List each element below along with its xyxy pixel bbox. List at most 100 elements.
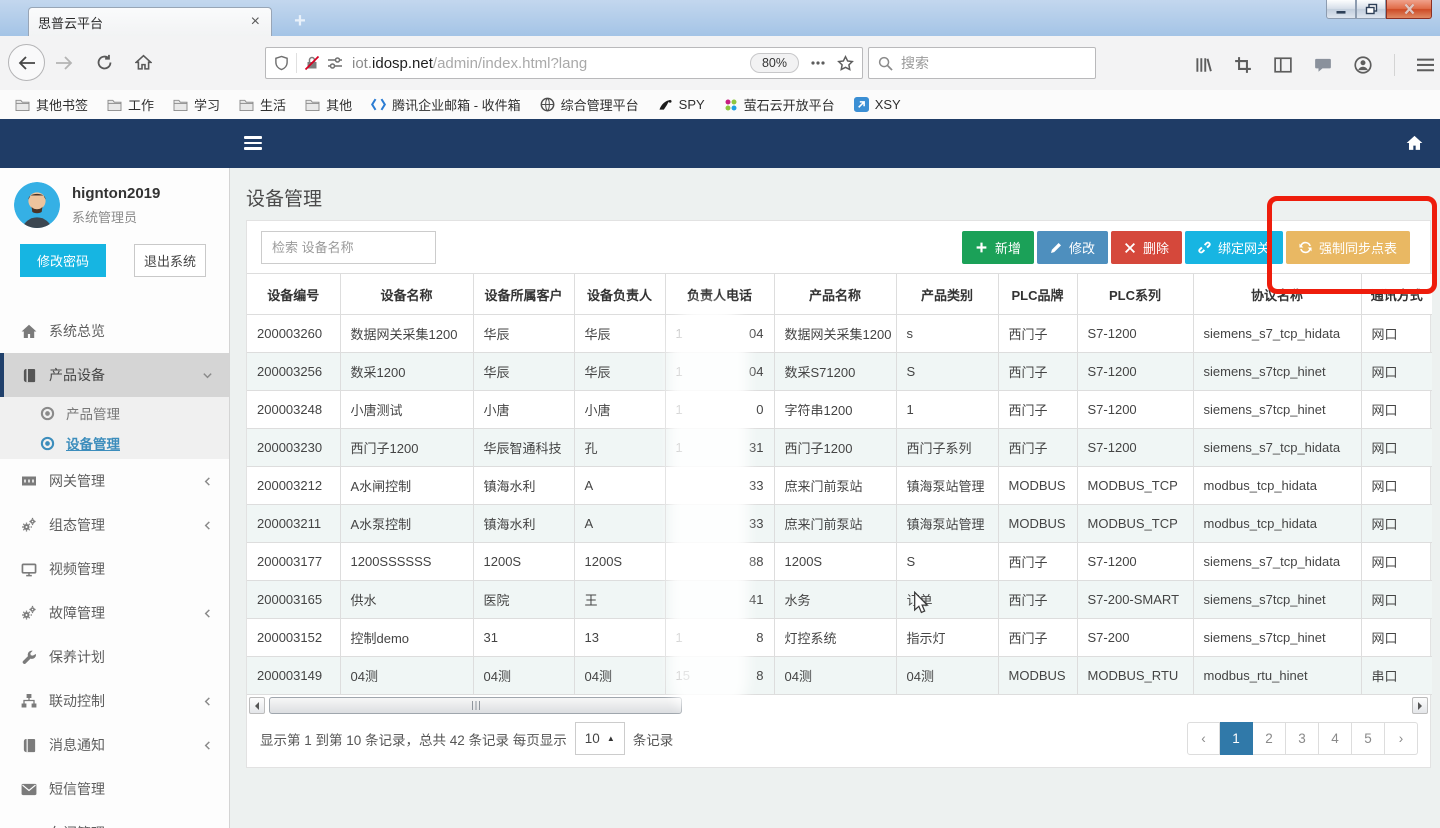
back-button[interactable] xyxy=(8,44,45,81)
cell-phone: 158 xyxy=(665,657,774,695)
sidebar-item-sms-mgmt[interactable]: 短信管理 xyxy=(0,767,229,811)
tracking-shield-icon[interactable] xyxy=(274,55,289,71)
sidebar-item-gateway-mgmt[interactable]: 网关管理 xyxy=(0,459,229,503)
folder-icon xyxy=(305,98,320,111)
home-button[interactable] xyxy=(135,54,152,71)
back-arrow-icon xyxy=(17,55,37,71)
table-row[interactable]: 200003152控制demo311318灯控系统指示灯西门子S7-200sie… xyxy=(247,619,1432,657)
page-size-select[interactable]: 10 ▲ xyxy=(575,722,625,755)
bookmark-item[interactable]: 生活 xyxy=(239,95,286,114)
cell-comm: 网口 xyxy=(1361,619,1432,657)
bookmark-item[interactable]: XSY xyxy=(854,97,901,112)
restore-button[interactable] xyxy=(1356,0,1386,19)
browser-search-bar[interactable]: 搜索 xyxy=(868,47,1096,79)
change-password-button[interactable]: 修改密码 xyxy=(20,244,106,277)
pagination-item[interactable]: 2 xyxy=(1253,722,1286,755)
sidebar-item-fault-mgmt[interactable]: 故障管理 xyxy=(0,591,229,635)
bookmark-item[interactable]: SPY xyxy=(658,97,705,112)
sidebar-item-message-notify[interactable]: 消息通知 xyxy=(0,723,229,767)
sidebar-collapse-icon[interactable] xyxy=(244,136,262,153)
sidebar-toggle-icon[interactable] xyxy=(1274,57,1292,73)
pagination-page-active[interactable]: 1 xyxy=(1220,722,1253,755)
account-icon[interactable] xyxy=(1354,56,1372,74)
close-button[interactable] xyxy=(1386,0,1432,19)
tab-close-icon[interactable]: × xyxy=(249,14,262,30)
cell-category: 1 xyxy=(896,391,998,429)
pagination-item[interactable]: ‹ xyxy=(1187,722,1220,755)
cell-customer: 镇海水利 xyxy=(473,467,574,505)
cell-customer: 小唐 xyxy=(473,391,574,429)
cell-customer: 华辰智通科技 xyxy=(473,429,574,467)
bookmark-item[interactable]: 其他书签 xyxy=(15,95,88,114)
screenshot-crop-icon[interactable] xyxy=(1234,56,1252,74)
scroll-right-arrow[interactable] xyxy=(1412,697,1428,714)
bookmark-item[interactable]: 工作 xyxy=(107,95,154,114)
table-row[interactable]: 200003211A水泵控制镇海水利A33庶来门前泵站镇海泵站管理MODBUSM… xyxy=(247,505,1432,543)
sidebar-item-label: 短信管理 xyxy=(49,779,105,799)
library-icon[interactable] xyxy=(1194,56,1212,74)
new-tab-button[interactable]: + xyxy=(284,8,316,34)
permissions-icon[interactable] xyxy=(327,56,343,70)
minimize-button[interactable] xyxy=(1326,0,1356,19)
sidebar-item-product-device[interactable]: 产品设备 xyxy=(0,353,229,397)
reload-button[interactable] xyxy=(96,54,113,71)
sidebar-subitem-device-mgmt[interactable]: 设备管理 xyxy=(0,428,229,458)
table-row[interactable]: 200003260数据网关采集1200华辰华辰104数据网关采集1200s西门子… xyxy=(247,315,1432,353)
browser-tab[interactable]: 思普云平台 × xyxy=(28,7,272,36)
cell-comm: 网口 xyxy=(1361,505,1432,543)
insecure-lock-icon[interactable] xyxy=(304,55,320,71)
column-header: PLC系列 xyxy=(1077,274,1193,315)
sidebar-item-video-mgmt[interactable]: 视频管理 xyxy=(0,547,229,591)
pagination-item[interactable]: 4 xyxy=(1319,722,1352,755)
horizontal-scrollbar[interactable] xyxy=(248,697,1429,714)
bookmark-item[interactable]: 综合管理平台 xyxy=(540,95,639,114)
cell-plc_series: S7-1200 xyxy=(1077,543,1193,581)
bind-gateway-button[interactable]: 绑定网关 xyxy=(1185,231,1283,264)
sidebar-item-linkage-control[interactable]: 联动控制 xyxy=(0,679,229,723)
page-actions-icon[interactable] xyxy=(811,61,825,65)
table-row[interactable]: 2000031771200SSSSSS1200S1200S881200SS西门子… xyxy=(247,543,1432,581)
app-home-icon[interactable] xyxy=(1406,135,1423,151)
logout-button[interactable]: 退出系统 xyxy=(134,244,206,277)
cell-plc_series: S7-1200 xyxy=(1077,315,1193,353)
table-row[interactable]: 200003230西门子1200华辰智通科技孔131西门子1200西门子系列西门… xyxy=(247,429,1432,467)
bookmark-item[interactable]: 腾讯企业邮箱 - 收件箱 xyxy=(371,95,521,114)
force-sync-button[interactable]: 强制同步点表 xyxy=(1286,231,1410,264)
sidebar-item-config-mgmt[interactable]: 组态管理 xyxy=(0,503,229,547)
cell-protocol: siemens_s7tcp_hinet xyxy=(1193,391,1361,429)
cell-comm: 网口 xyxy=(1361,581,1432,619)
forward-button[interactable] xyxy=(54,55,74,71)
cell-plc_brand: 西门子 xyxy=(998,581,1077,619)
scroll-left-arrow[interactable] xyxy=(249,697,265,714)
scrollbar-thumb[interactable] xyxy=(269,697,682,714)
bookmark-item[interactable]: 萤石云开放平台 xyxy=(724,95,835,114)
sidebar-subitem-product-mgmt[interactable]: 产品管理 xyxy=(0,398,229,428)
pagination-item[interactable]: 5 xyxy=(1352,722,1385,755)
table-row[interactable]: 200003248小唐测试小唐小唐10字符串12001西门子S7-1200sie… xyxy=(247,391,1432,429)
phone-fragment-left: 1 xyxy=(676,402,683,417)
bookmark-item[interactable]: 学习 xyxy=(173,95,220,114)
bookmark-item[interactable]: 其他 xyxy=(305,95,352,114)
chat-bubble-icon[interactable] xyxy=(1314,57,1332,73)
restore-icon xyxy=(1365,3,1378,15)
cell-phone: 88 xyxy=(665,543,774,581)
delete-button[interactable]: 删除 xyxy=(1111,231,1182,264)
table-row[interactable]: 200003212A水闸控制镇海水利A33庶来门前泵站镇海泵站管理MODBUSM… xyxy=(247,467,1432,505)
bookmark-star-icon[interactable] xyxy=(837,55,854,72)
table-row[interactable]: 200003165供水医院王41水务订单西门子S7-200-SMARTsieme… xyxy=(247,581,1432,619)
table-row[interactable]: 20000314904测04测04测15804测04测MODBUSMODBUS_… xyxy=(247,657,1432,695)
url-bar[interactable]: iot.idosp.net/admin/index.html?lang 80% xyxy=(265,47,863,79)
chevron-left-icon xyxy=(202,608,213,619)
add-button[interactable]: 新增 xyxy=(962,231,1034,264)
edit-button[interactable]: 修改 xyxy=(1037,231,1108,264)
monitor-icon xyxy=(20,562,38,577)
menu-hamburger-icon[interactable] xyxy=(1417,58,1434,72)
pagination-item[interactable]: › xyxy=(1385,722,1418,755)
device-search-input[interactable] xyxy=(261,231,436,264)
pagination-item[interactable]: 3 xyxy=(1286,722,1319,755)
sidebar-item-workshop-mgmt[interactable]: 车间管理 xyxy=(0,811,229,828)
sidebar-item-maintenance-plan[interactable]: 保养计划 xyxy=(0,635,229,679)
zoom-level-badge[interactable]: 80% xyxy=(750,53,799,73)
sidebar-item-overview[interactable]: 系统总览 xyxy=(0,309,229,353)
table-row[interactable]: 200003256数采1200华辰华辰104数采S71200S西门子S7-120… xyxy=(247,353,1432,391)
